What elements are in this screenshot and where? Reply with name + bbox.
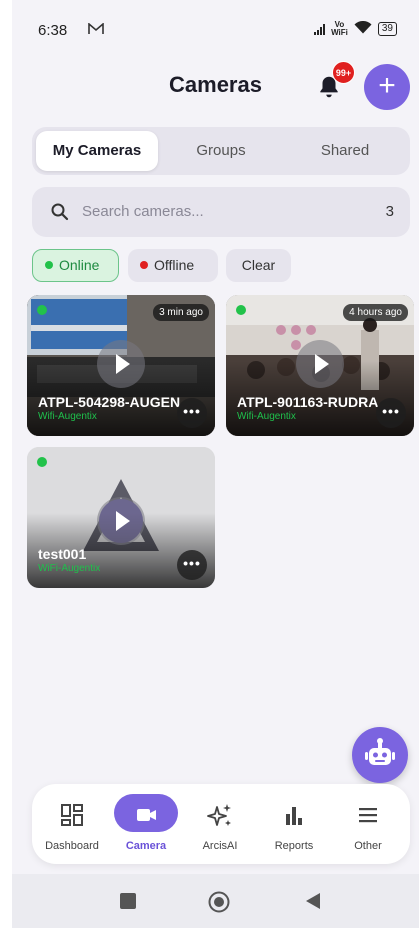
nav-other-label: Other bbox=[354, 840, 382, 852]
menu-icon bbox=[359, 808, 377, 823]
last-seen-badge: 3 min ago bbox=[153, 304, 209, 321]
camera-card[interactable]: 3 min ago ATPL-504298-AUGEN Wifi-Augenti… bbox=[27, 295, 215, 436]
filter-offline-label: Offline bbox=[154, 257, 195, 273]
nav-arcisai-label: ArcisAI bbox=[202, 840, 238, 852]
online-dot-icon bbox=[45, 261, 53, 269]
search-bar[interactable]: Search cameras... 3 bbox=[32, 187, 410, 237]
tab-shared[interactable]: Shared bbox=[284, 131, 406, 171]
status-icons: Vo WiFi 39 bbox=[314, 21, 397, 37]
camera-count: 3 bbox=[385, 203, 394, 220]
wifi-icon bbox=[354, 20, 372, 37]
mail-icon bbox=[88, 22, 104, 39]
nav-camera-label: Camera bbox=[125, 840, 167, 852]
play-icon[interactable] bbox=[296, 340, 344, 388]
filter-offline[interactable]: Offline bbox=[128, 249, 218, 282]
recents-icon[interactable] bbox=[118, 891, 138, 911]
camera-name: test001 bbox=[38, 546, 87, 562]
bar-chart-icon bbox=[286, 807, 302, 825]
camera-network: Wifi-Augentix bbox=[38, 411, 97, 422]
nav-arcisai[interactable]: ArcisAI bbox=[184, 784, 256, 864]
search-icon bbox=[50, 202, 70, 222]
back-icon[interactable] bbox=[304, 891, 322, 911]
battery-icon: 39 bbox=[377, 22, 397, 36]
more-options-icon[interactable]: ••• bbox=[177, 398, 207, 428]
online-status-dot bbox=[37, 457, 47, 467]
tab-my-cameras[interactable]: My Cameras bbox=[36, 131, 158, 171]
home-icon[interactable] bbox=[208, 891, 230, 913]
status-bar: 6:38 Vo WiFi 39 bbox=[12, 0, 419, 60]
clear-filters-button[interactable]: Clear bbox=[226, 249, 291, 282]
tab-groups[interactable]: Groups bbox=[160, 131, 282, 171]
dashboard-icon bbox=[61, 804, 83, 826]
filter-online-label: Online bbox=[59, 257, 100, 273]
camera-network: WiFi-Augentix bbox=[38, 563, 101, 574]
signal-icon bbox=[314, 23, 326, 35]
assistant-bot-button[interactable] bbox=[352, 727, 408, 783]
sparkle-icon bbox=[207, 804, 231, 826]
system-navigation-bar bbox=[12, 874, 419, 928]
vowifi-icon: Vo WiFi bbox=[331, 20, 348, 37]
app-screen: 6:38 Vo WiFi 39 Cameras 99+ + My Cameras … bbox=[12, 0, 419, 928]
nav-dashboard-label: Dashboard bbox=[45, 840, 99, 852]
nav-dashboard[interactable]: Dashboard bbox=[36, 784, 108, 864]
more-options-icon[interactable]: ••• bbox=[177, 550, 207, 580]
camera-name: ATPL-504298-AUGEN bbox=[38, 394, 181, 410]
camera-card[interactable]: 4 hours ago ATPL-901163-RUDRA Wifi-Augen… bbox=[226, 295, 414, 436]
add-camera-button[interactable]: + bbox=[364, 64, 410, 110]
bottom-navigation: Dashboard Camera ArcisAI Reports Other bbox=[32, 784, 410, 864]
nav-reports-label: Reports bbox=[274, 840, 314, 852]
status-time: 6:38 bbox=[38, 22, 68, 39]
camera-icon bbox=[137, 809, 156, 821]
nav-reports[interactable]: Reports bbox=[258, 784, 330, 864]
search-input[interactable]: Search cameras... bbox=[82, 203, 204, 220]
nav-camera[interactable]: Camera bbox=[110, 784, 182, 864]
camera-card[interactable]: test001 WiFi-Augentix ••• bbox=[27, 447, 215, 588]
last-seen-badge: 4 hours ago bbox=[343, 304, 408, 321]
camera-network: Wifi-Augentix bbox=[237, 411, 296, 422]
camera-name: ATPL-901163-RUDRA bbox=[237, 394, 379, 410]
camera-tabs: My Cameras Groups Shared bbox=[32, 127, 410, 175]
page-title: Cameras bbox=[169, 72, 262, 97]
online-status-dot bbox=[236, 305, 246, 315]
play-icon[interactable] bbox=[97, 497, 145, 545]
nav-other[interactable]: Other bbox=[332, 784, 404, 864]
filter-online[interactable]: Online bbox=[32, 249, 119, 282]
robot-icon bbox=[365, 738, 395, 765]
more-options-icon[interactable]: ••• bbox=[376, 398, 406, 428]
notification-badge: 99+ bbox=[332, 61, 355, 84]
play-icon[interactable] bbox=[97, 340, 145, 388]
online-status-dot bbox=[37, 305, 47, 315]
offline-dot-icon bbox=[140, 261, 148, 269]
